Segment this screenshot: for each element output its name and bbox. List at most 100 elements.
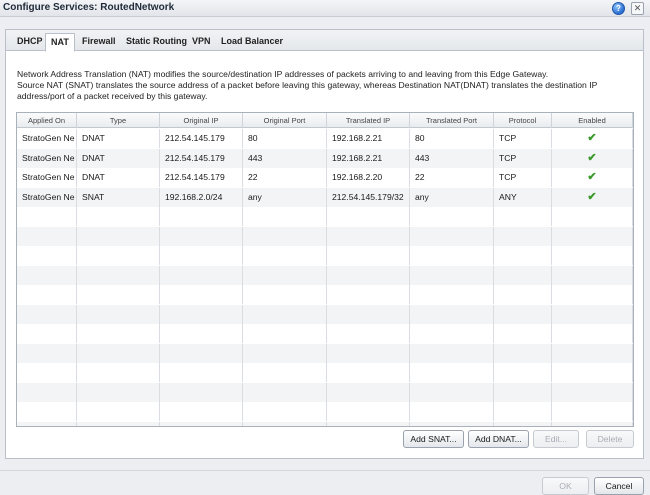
- cell-protocol: [494, 207, 552, 226]
- cell-translated-port: [410, 246, 494, 265]
- cell-applied-on: [17, 246, 77, 265]
- table-row[interactable]: StratoGen Ne DNAT 212.54.145.179 22 192.168.…: [17, 168, 633, 187]
- empty-table-row: [17, 285, 633, 304]
- cell-protocol: [494, 265, 552, 285]
- window-title: Configure Services: RoutedNetwork: [3, 2, 175, 13]
- delete-button[interactable]: Delete: [586, 430, 634, 448]
- cell-type: [77, 343, 160, 363]
- cell-original-port: [243, 324, 327, 343]
- add-snat-button[interactable]: Add SNAT...: [403, 430, 464, 448]
- cell-original-port: [243, 304, 327, 324]
- empty-table-row: [17, 402, 633, 421]
- cell-type: DNAT: [77, 148, 160, 168]
- add-dnat-button[interactable]: Add DNAT...: [468, 430, 529, 448]
- cell-original-ip: [160, 343, 243, 363]
- column-header-translated-ip[interactable]: Translated IP: [327, 113, 410, 128]
- tab-dhcp[interactable]: DHCP: [12, 33, 48, 51]
- cell-type: [77, 265, 160, 285]
- cell-applied-on: [17, 324, 77, 343]
- cell-translated-port: 80: [410, 129, 494, 148]
- column-header-type[interactable]: Type: [77, 113, 160, 128]
- enabled-check-icon: [552, 265, 633, 285]
- enabled-check-icon: [552, 246, 633, 265]
- table-header: Applied On Type Original IP Original Por…: [17, 113, 633, 128]
- cell-original-ip: [160, 324, 243, 343]
- empty-table-row: [17, 343, 633, 363]
- cell-translated-port: [410, 402, 494, 421]
- empty-table-row: [17, 382, 633, 402]
- table-row[interactable]: StratoGen Ne DNAT 212.54.145.179 80 192.168.…: [17, 129, 633, 148]
- cell-applied-on: StratoGen Ne: [17, 168, 77, 187]
- cell-type: [77, 285, 160, 304]
- description-line: Network Address Translation (NAT) modifi…: [17, 69, 549, 79]
- ok-button[interactable]: OK: [542, 477, 589, 495]
- cell-translated-ip: [327, 363, 410, 382]
- column-header-original-ip[interactable]: Original IP: [160, 113, 243, 128]
- cell-applied-on: StratoGen Ne: [17, 129, 77, 148]
- tab-bar: DHCP NAT Firewall Static Routing VPN Loa…: [6, 30, 643, 52]
- cell-original-ip: [160, 285, 243, 304]
- edit-button[interactable]: Edit...: [533, 430, 579, 448]
- tab-firewall[interactable]: Firewall: [77, 33, 121, 51]
- cell-original-port: [243, 343, 327, 363]
- cell-translated-ip: [327, 246, 410, 265]
- empty-table-row: [17, 207, 633, 226]
- table-row[interactable]: StratoGen Ne SNAT 192.168.2.0/24 any 212.54.…: [17, 187, 633, 207]
- column-header-protocol[interactable]: Protocol: [494, 113, 552, 128]
- cell-translated-ip: [327, 285, 410, 304]
- enabled-check-icon: [552, 343, 633, 363]
- help-icon[interactable]: ?: [612, 2, 625, 15]
- cell-original-ip: 212.54.145.179: [160, 168, 243, 187]
- column-header-translated-port[interactable]: Translated Port: [410, 113, 494, 128]
- cell-translated-ip: [327, 304, 410, 324]
- cell-original-port: [243, 285, 327, 304]
- cell-translated-port: [410, 285, 494, 304]
- empty-table-row: [17, 265, 633, 285]
- cell-type: DNAT: [77, 129, 160, 148]
- cell-translated-ip: [327, 382, 410, 402]
- table-row[interactable]: StratoGen Ne DNAT 212.54.145.179 443 192.168…: [17, 148, 633, 168]
- cancel-button[interactable]: Cancel: [594, 477, 644, 495]
- enabled-check-icon: ✔: [552, 148, 633, 168]
- cell-original-ip: [160, 402, 243, 421]
- empty-table-row: [17, 304, 633, 324]
- enabled-check-icon: [552, 363, 633, 382]
- cell-original-port: [243, 246, 327, 265]
- cell-original-port: [243, 265, 327, 285]
- cell-translated-port: [410, 382, 494, 402]
- empty-table-row: [17, 226, 633, 246]
- tab-static-routing[interactable]: Static Routing: [121, 33, 192, 51]
- tab-nat[interactable]: NAT: [45, 33, 75, 52]
- cell-applied-on: [17, 207, 77, 226]
- close-icon[interactable]: ✕: [631, 2, 644, 15]
- cell-protocol: TCP: [494, 148, 552, 168]
- tab-vpn[interactable]: VPN: [187, 33, 216, 51]
- cell-translated-port: 22: [410, 168, 494, 187]
- cell-original-ip: 212.54.145.179: [160, 148, 243, 168]
- cell-original-ip: [160, 363, 243, 382]
- cell-translated-port: [410, 207, 494, 226]
- cell-translated-ip: 212.54.145.179/32: [327, 187, 410, 207]
- services-panel: DHCP NAT Firewall Static Routing VPN Loa…: [5, 29, 644, 459]
- cell-protocol: [494, 285, 552, 304]
- description-line: address/port of a packet received by thi…: [17, 90, 208, 101]
- empty-table-row: [17, 363, 633, 382]
- window-titlebar: Configure Services: RoutedNetwork ? ✕: [0, 0, 650, 17]
- nat-rules-table: Applied On Type Original IP Original Por…: [16, 112, 634, 427]
- cell-type: [77, 402, 160, 421]
- cell-type: [77, 363, 160, 382]
- cell-type: [77, 246, 160, 265]
- column-header-enabled[interactable]: Enabled: [552, 113, 633, 128]
- cell-original-port: 443: [243, 148, 327, 168]
- cell-applied-on: [17, 265, 77, 285]
- enabled-check-icon: ✔: [552, 168, 633, 187]
- enabled-check-icon: ✔: [552, 129, 633, 148]
- tab-load-balancer[interactable]: Load Balancer: [216, 33, 288, 51]
- cell-protocol: [494, 343, 552, 363]
- cell-type: DNAT: [77, 168, 160, 187]
- column-header-applied-on[interactable]: Applied On: [17, 113, 77, 128]
- column-header-original-port[interactable]: Original Port: [243, 113, 327, 128]
- enabled-check-icon: [552, 421, 633, 426]
- cell-applied-on: StratoGen Ne: [17, 148, 77, 168]
- cell-original-port: [243, 207, 327, 226]
